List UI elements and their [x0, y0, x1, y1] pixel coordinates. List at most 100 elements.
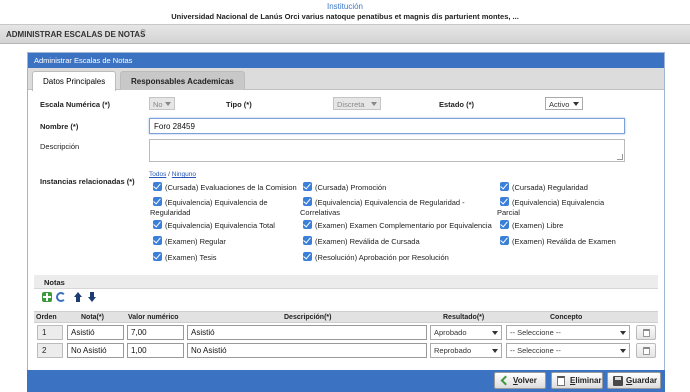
- instancia-item[interactable]: (Equivalencia) Equivalencia de Regularid…: [300, 197, 465, 218]
- col-resultado: Resultado(*): [443, 314, 485, 321]
- institution-header: Institución Universidad Nacional de Lanú…: [0, 0, 690, 24]
- nota-input[interactable]: Asistió: [67, 325, 124, 340]
- instancia-item[interactable]: (Equivalencia) Equivalencia de Regularida…: [150, 197, 268, 218]
- row-orden: 2: [37, 343, 63, 358]
- tab-responsables-academicas[interactable]: Responsables Academicas: [120, 71, 245, 90]
- panel-title: Administrar Escalas de Notas: [28, 53, 664, 68]
- move-up-icon[interactable]: [73, 292, 83, 302]
- volver-button[interactable]: Volver: [494, 372, 546, 389]
- add-row-icon[interactable]: [42, 292, 52, 302]
- checkbox-checked-icon[interactable]: [303, 220, 312, 229]
- instancia-label: (Equivalencia) Equivalencia de: [165, 198, 268, 207]
- trash-icon: [643, 329, 650, 337]
- checkbox-checked-icon[interactable]: [153, 252, 162, 261]
- ninguno-link[interactable]: Ninguno: [172, 171, 196, 178]
- move-down-icon[interactable]: [87, 292, 97, 302]
- escala-numerica-select: No: [149, 97, 175, 110]
- instancia-item[interactable]: (Examen) Libre: [500, 220, 563, 231]
- checkbox-checked-icon[interactable]: [153, 236, 162, 245]
- delete-row-button[interactable]: [636, 343, 656, 358]
- instancia-label: (Examen) Examen Complementario por Equiv…: [315, 221, 492, 230]
- checkbox-checked-icon[interactable]: [500, 197, 509, 206]
- estado-select[interactable]: Activo: [545, 97, 583, 110]
- resultado-select[interactable]: Reprobado: [430, 343, 502, 358]
- resultado-value: Aprobado: [434, 328, 467, 337]
- checkbox-checked-icon[interactable]: [153, 220, 162, 229]
- nota-input[interactable]: No Asistió: [67, 343, 124, 358]
- estado-value: Activo: [549, 100, 570, 109]
- instancia-item[interactable]: (Cursada) Evaluaciones de la Comision: [153, 182, 297, 193]
- col-descripcion: Descripción(*): [284, 314, 332, 321]
- guardar-button[interactable]: Guardar: [607, 372, 661, 389]
- page-title-bar: ADMINISTRAR ESCALAS DE NOTAS ?: [0, 24, 690, 44]
- checkbox-checked-icon[interactable]: [303, 197, 312, 206]
- footer-bar: Volver Eliminar Guardar: [27, 370, 665, 392]
- link-separator: /: [168, 171, 170, 178]
- col-orden: Orden: [36, 314, 57, 321]
- concepto-select[interactable]: -- Seleccione --: [506, 325, 630, 340]
- help-icon[interactable]: ?: [140, 28, 150, 40]
- instancia-label: (Resolución) Aprobación por Resolución: [315, 253, 449, 262]
- instancia-item[interactable]: (Examen) Examen Complementario por Equiv…: [303, 220, 492, 231]
- escala-numerica-value: No: [153, 100, 163, 109]
- eliminar-label: liminar: [575, 376, 602, 385]
- chevron-down-icon: [620, 331, 626, 335]
- col-nota: Nota(*): [81, 314, 104, 321]
- concepto-value: -- Seleccione --: [510, 346, 561, 355]
- instancias-label: Instancias relacionadas (*): [40, 177, 135, 186]
- instancia-label-cont: Correlativas: [300, 208, 341, 217]
- todos-link[interactable]: Todos: [149, 171, 166, 178]
- checkbox-checked-icon[interactable]: [153, 182, 162, 191]
- checkbox-checked-icon[interactable]: [500, 220, 509, 229]
- guardar-label: uardar: [632, 376, 658, 385]
- tab-bar: Datos Principales Responsables Academica…: [28, 68, 664, 91]
- concepto-select[interactable]: -- Seleccione --: [506, 343, 630, 358]
- instancia-label: (Equivalencia) Equivalencia: [512, 198, 605, 207]
- save-icon: [613, 376, 623, 386]
- instancia-item[interactable]: (Cursada) Promoción: [303, 182, 386, 193]
- eliminar-button[interactable]: Eliminar: [551, 372, 603, 389]
- instancia-item[interactable]: (Examen) Regular: [153, 236, 226, 247]
- tab-datos-principales[interactable]: Datos Principales: [32, 71, 117, 91]
- checkbox-checked-icon[interactable]: [303, 182, 312, 191]
- descripcion-textarea[interactable]: [149, 139, 625, 162]
- undo-icon[interactable]: [56, 292, 66, 302]
- descripcion-input[interactable]: No Asistió: [187, 343, 427, 358]
- trash-icon: [557, 376, 565, 386]
- col-valor: Valor numérico: [128, 314, 179, 321]
- resultado-value: Reprobado: [434, 346, 472, 355]
- institution-name: Universidad Nacional de Lanús Orci variu…: [171, 12, 519, 21]
- main-panel: Administrar Escalas de Notas Datos Princ…: [27, 52, 665, 392]
- nombre-label: Nombre (*): [40, 122, 79, 131]
- instancia-item[interactable]: (Examen) Reválida de Examen: [500, 236, 616, 247]
- instancia-label: (Equivalencia) Equivalencia Total: [165, 221, 275, 230]
- descripcion-input[interactable]: Asistió: [187, 325, 427, 340]
- resize-handle[interactable]: [617, 154, 623, 160]
- resultado-select[interactable]: Aprobado: [430, 325, 502, 340]
- checkbox-checked-icon[interactable]: [500, 236, 509, 245]
- chevron-down-icon: [371, 102, 377, 106]
- tipo-select: Discreta: [333, 97, 381, 110]
- col-concepto: Concepto: [550, 314, 583, 321]
- descripcion-label: Descripción: [40, 142, 80, 151]
- delete-row-button[interactable]: [636, 325, 656, 340]
- instancia-item[interactable]: (Examen) Tesis: [153, 252, 217, 263]
- checkbox-checked-icon[interactable]: [303, 236, 312, 245]
- checkbox-checked-icon[interactable]: [303, 252, 312, 261]
- instancia-item[interactable]: (Equivalencia) Equivalencia Parcial: [497, 197, 605, 218]
- instancia-item[interactable]: (Cursada) Regularidad: [500, 182, 588, 193]
- nombre-input[interactable]: Foro 28459: [149, 118, 625, 134]
- page-title: ADMINISTRAR ESCALAS DE NOTAS: [6, 30, 146, 39]
- valor-input[interactable]: 1,00: [127, 343, 184, 358]
- instancia-item[interactable]: (Equivalencia) Equivalencia Total: [153, 220, 275, 231]
- back-arrow-icon: [500, 375, 511, 386]
- volver-label: olver: [517, 376, 537, 385]
- valor-input[interactable]: 7,00: [127, 325, 184, 340]
- checkbox-checked-icon[interactable]: [153, 197, 162, 206]
- instancia-item[interactable]: (Examen) Reválida de Cursada: [303, 236, 420, 247]
- checkbox-checked-icon[interactable]: [500, 182, 509, 191]
- instancia-item[interactable]: (Resolución) Aprobación por Resolución: [303, 252, 449, 263]
- instancia-label: (Equivalencia) Equivalencia de Regularid…: [315, 198, 465, 207]
- instancia-label: (Examen) Libre: [512, 221, 564, 230]
- row-orden: 1: [37, 325, 63, 340]
